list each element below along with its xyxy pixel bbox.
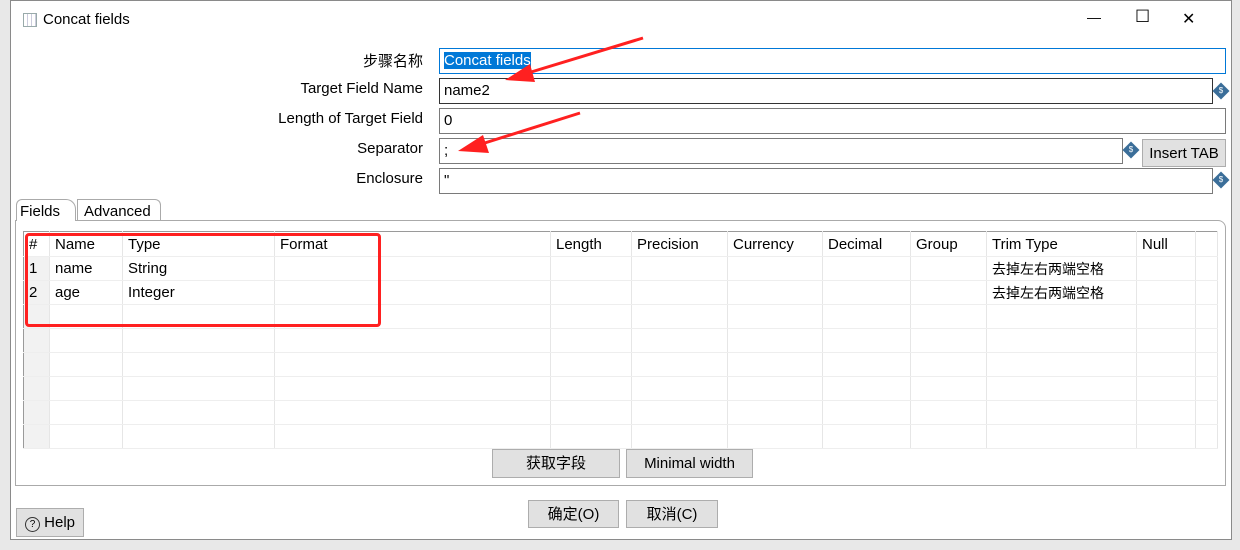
annotation-arrows (458, 36, 644, 153)
arrow-line (517, 36, 644, 78)
arrow-head (458, 135, 489, 153)
arrow-head (505, 64, 535, 82)
arrow-line (471, 111, 581, 149)
